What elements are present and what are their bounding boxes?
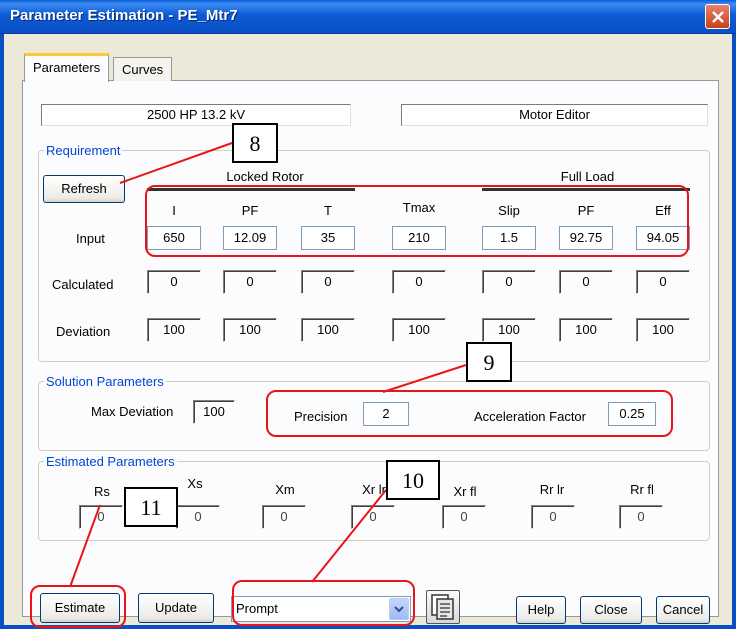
max-deviation-label: Max Deviation [91,404,174,419]
calculated-slip: 0 [482,270,536,294]
calculated-i: 0 [147,270,201,294]
annotation-callout-9: 9 [466,342,512,382]
close-icon [712,11,724,23]
requirement-group-label: Requirement [44,143,123,158]
help-button[interactable]: Help [516,596,566,624]
deviation-slip: 100 [482,318,536,342]
deviation-pf-fl: 100 [559,318,613,342]
window-frame-right [732,34,736,629]
library-icon [431,594,454,620]
window-frame-left [0,34,4,629]
tab-curves[interactable]: Curves [113,57,173,81]
window-title: Parameter Estimation - PE_Mtr7 [10,7,238,24]
est-header-xr-fl: Xr fl [453,484,477,499]
est-value-xs: 0 [176,505,220,529]
calculated-pf-lr: 0 [223,270,277,294]
annotation-callout-11: 11 [124,487,178,527]
deviation-row-label: Deviation [56,324,111,339]
annotation-box-mode-select [232,580,415,626]
calculated-pf-fl: 0 [559,270,613,294]
est-header-rs: Rs [94,484,110,499]
est-value-xm: 0 [262,505,306,529]
input-row-label: Input [76,231,105,246]
annotation-callout-10: 10 [386,460,440,500]
est-value-xr-fl: 0 [442,505,486,529]
tab-parameters[interactable]: Parameters [24,53,110,82]
est-header-rr-lr: Rr lr [539,482,565,497]
annotation-box-estimate [30,585,126,628]
calculated-eff: 0 [636,270,690,294]
deviation-pf-lr: 100 [223,318,277,342]
solution-parameters-label: Solution Parameters [44,374,166,389]
deviation-tmax: 100 [392,318,446,342]
library-button[interactable] [426,590,460,624]
calculated-t: 0 [301,270,355,294]
cancel-button[interactable]: Cancel [656,596,710,624]
close-button[interactable]: Close [580,596,642,624]
locked-rotor-label: Locked Rotor [226,169,304,184]
est-header-xs: Xs [187,476,203,491]
window-close-button[interactable] [705,4,730,29]
annotation-box-solution [266,390,673,437]
estimated-parameters-label: Estimated Parameters [44,454,177,469]
est-value-rr-fl: 0 [619,505,663,529]
deviation-t: 100 [301,318,355,342]
annotation-box-requirement [145,185,689,257]
full-load-label: Full Load [560,169,615,184]
est-header-rr-fl: Rr fl [630,482,654,497]
motor-rating-display: 2500 HP 13.2 kV [41,104,351,126]
annotation-callout-8: 8 [232,123,278,163]
calculated-row-label: Calculated [52,277,114,292]
max-deviation-value: 100 [193,400,235,424]
calculated-tmax: 0 [392,270,446,294]
editor-name-display: Motor Editor [401,104,708,126]
est-value-xr-lr: 0 [351,505,395,529]
deviation-eff: 100 [636,318,690,342]
est-value-rr-lr: 0 [531,505,575,529]
est-header-xm: Xm [275,482,295,497]
refresh-button[interactable]: Refresh [43,175,125,203]
est-value-rs: 0 [79,505,123,529]
deviation-i: 100 [147,318,201,342]
update-button[interactable]: Update [138,593,214,623]
